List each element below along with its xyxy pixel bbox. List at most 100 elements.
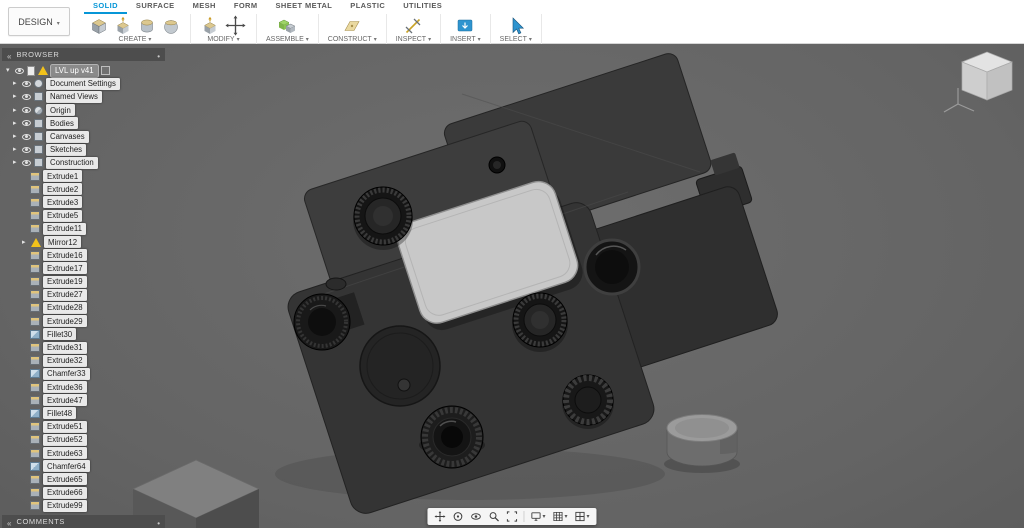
nav-fit-button[interactable] xyxy=(503,510,520,523)
construction-plane-icon[interactable] xyxy=(342,16,362,36)
browser-feature-row[interactable]: Extrude51 xyxy=(2,420,165,433)
browser-feature-row[interactable]: Extrude28 xyxy=(2,301,165,314)
new-component-icon[interactable] xyxy=(89,16,109,36)
comments-header[interactable]: COMMENTS xyxy=(2,515,165,528)
visibility-eye-icon[interactable] xyxy=(22,133,31,140)
expand-caret-icon[interactable] xyxy=(6,67,12,74)
nav-display-settings-button[interactable]: ▾ xyxy=(527,510,548,523)
workspace-switcher-button[interactable]: DESIGN xyxy=(8,7,70,36)
modify-menu-button[interactable]: MODIFY xyxy=(207,36,239,44)
browser-feature-row[interactable]: Extrude99 xyxy=(2,499,165,512)
inspect-menu-button[interactable]: INSPECT xyxy=(396,36,431,44)
assemble-menu-button[interactable]: ASSEMBLE xyxy=(266,36,309,44)
expand-caret-icon[interactable] xyxy=(13,146,19,153)
knob-upper-left[interactable] xyxy=(353,186,413,250)
feature-label[interactable]: Extrude27 xyxy=(43,288,87,301)
browser-root-row[interactable]: LVL up v41 xyxy=(2,64,165,77)
panel-options-icon[interactable] xyxy=(157,513,160,528)
new-joint-icon[interactable] xyxy=(277,16,297,36)
visibility-eye-icon[interactable] xyxy=(22,146,31,153)
feature-label[interactable]: Extrude31 xyxy=(43,341,87,354)
browser-feature-row[interactable]: Extrude27 xyxy=(2,288,165,301)
browser-feature-row[interactable]: Chamfer64 xyxy=(2,460,165,473)
insert-icon[interactable] xyxy=(455,16,475,36)
visibility-eye-icon[interactable] xyxy=(22,80,31,87)
feature-label[interactable]: Extrude51 xyxy=(43,420,87,433)
viewport-canvas[interactable]: BROWSER LVL up v41 Document Settings xyxy=(0,44,1024,528)
feature-label[interactable]: Extrude28 xyxy=(43,301,87,314)
browser-feature-row[interactable]: Extrude29 xyxy=(2,315,165,328)
viewcube[interactable] xyxy=(961,51,1013,101)
expand-caret-icon[interactable] xyxy=(13,107,19,114)
feature-label[interactable]: Mirror12 xyxy=(44,236,82,249)
panel-options-icon[interactable] xyxy=(157,46,160,64)
browser-feature-row[interactable]: Extrude11 xyxy=(2,222,165,235)
tab-form[interactable]: FORM xyxy=(225,0,267,14)
lens-bezel[interactable] xyxy=(583,238,641,296)
tab-solid[interactable]: SOLID xyxy=(84,0,127,14)
expand-caret-icon[interactable] xyxy=(13,93,19,100)
browser-feature-row[interactable]: Extrude1 xyxy=(2,170,165,183)
component-color-swatch[interactable] xyxy=(100,66,110,76)
browser-feature-row[interactable]: Extrude63 xyxy=(2,446,165,460)
feature-label[interactable]: Extrude32 xyxy=(43,354,87,367)
construct-menu-button[interactable]: CONSTRUCT xyxy=(328,36,377,44)
browser-feature-row[interactable]: Extrude2 xyxy=(2,183,165,196)
feature-label[interactable]: Extrude47 xyxy=(43,394,87,407)
visibility-eye-icon[interactable] xyxy=(22,93,31,100)
cylinder-tool-icon[interactable] xyxy=(137,16,157,36)
feature-label[interactable]: Extrude36 xyxy=(43,381,87,394)
visibility-eye-icon[interactable] xyxy=(22,107,31,114)
browser-feature-row[interactable]: Extrude32 xyxy=(2,354,165,367)
tab-utilities[interactable]: UTILITIES xyxy=(394,0,451,14)
nav-viewports-button[interactable]: ▾ xyxy=(572,510,593,523)
feature-label[interactable]: Extrude11 xyxy=(43,222,86,235)
spare-cap[interactable] xyxy=(664,414,740,474)
collapse-panel-icon[interactable] xyxy=(7,46,11,64)
create-menu-button[interactable]: CREATE xyxy=(119,36,152,44)
feature-label[interactable]: Extrude63 xyxy=(43,447,87,460)
nav-look-at-button[interactable] xyxy=(467,510,484,523)
browser-feature-row[interactable]: Extrude47 xyxy=(2,394,165,407)
browser-feature-row[interactable]: Fillet48 xyxy=(2,407,165,420)
feature-label[interactable]: Chamfer33 xyxy=(43,367,90,380)
nav-zoom-button[interactable] xyxy=(485,510,502,523)
nav-grid-and-snaps-button[interactable]: ▾ xyxy=(549,510,570,523)
expand-caret-icon[interactable] xyxy=(22,239,28,246)
move-copy-icon[interactable] xyxy=(224,14,247,37)
browser-header[interactable]: BROWSER xyxy=(2,48,165,61)
browser-feature-row[interactable]: Mirror12 xyxy=(2,235,165,249)
nav-pan-button[interactable] xyxy=(431,510,448,523)
insert-menu-button[interactable]: INSERT xyxy=(450,36,481,44)
browser-folder-row[interactable]: Sketches xyxy=(2,143,165,156)
folder-label[interactable]: Document Settings xyxy=(46,77,120,90)
browser-feature-row[interactable]: Extrude36 xyxy=(2,381,165,394)
browser-feature-row[interactable]: Extrude17 xyxy=(2,262,165,275)
browser-folder-row[interactable]: Bodies xyxy=(2,117,165,130)
browser-folder-row[interactable]: Construction xyxy=(2,156,165,169)
browser-feature-row[interactable]: Extrude16 xyxy=(2,249,165,262)
browser-feature-row[interactable]: Extrude5 xyxy=(2,209,165,222)
select-menu-button[interactable]: SELECT xyxy=(500,36,532,44)
folder-label[interactable]: Construction xyxy=(46,156,98,169)
feature-label[interactable]: Extrude5 xyxy=(43,209,83,222)
feature-label[interactable]: Extrude19 xyxy=(43,275,87,288)
folder-label[interactable]: Bodies xyxy=(46,117,78,130)
browser-feature-row[interactable]: Extrude65 xyxy=(2,473,165,486)
knob-lower-right[interactable] xyxy=(562,374,614,429)
browser-feature-row[interactable]: Fillet30 xyxy=(2,328,165,341)
top-screw[interactable] xyxy=(488,156,506,174)
browser-feature-row[interactable]: Extrude3 xyxy=(2,196,165,209)
browser-feature-row[interactable]: Extrude52 xyxy=(2,433,165,446)
tab-surface[interactable]: SURFACE xyxy=(127,0,184,14)
expand-caret-icon[interactable] xyxy=(13,80,19,87)
nav-orbit-button[interactable] xyxy=(449,510,466,523)
feature-label[interactable]: Fillet48 xyxy=(43,407,77,420)
press-pull-icon[interactable] xyxy=(200,16,220,36)
tab-mesh[interactable]: MESH xyxy=(184,0,225,14)
feature-label[interactable]: Extrude1 xyxy=(43,170,83,183)
browser-feature-row[interactable]: Extrude66 xyxy=(2,486,165,499)
visibility-eye-icon[interactable] xyxy=(22,159,31,166)
tab-plastic[interactable]: PLASTIC xyxy=(341,0,394,14)
measure-icon[interactable] xyxy=(403,16,423,36)
